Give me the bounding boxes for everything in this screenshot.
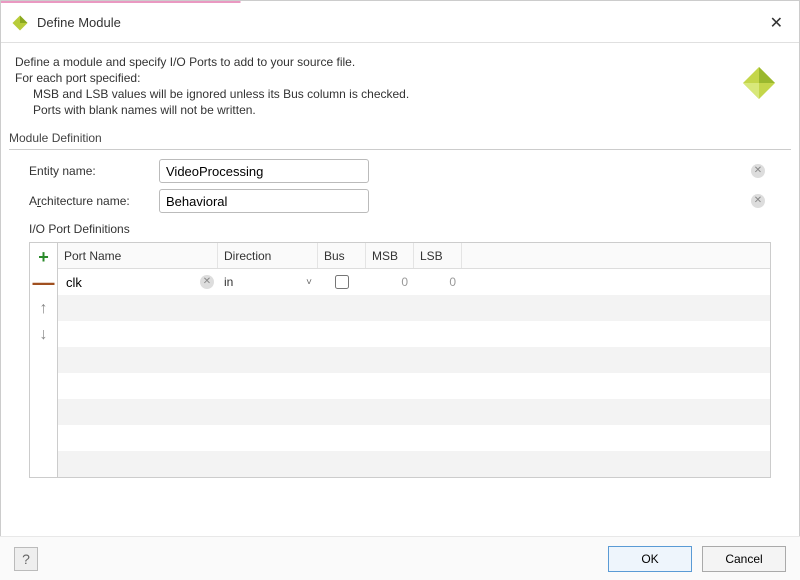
help-button[interactable]: ?: [14, 547, 38, 571]
move-down-button[interactable]: ↓: [34, 325, 54, 345]
bus-cell[interactable]: [318, 269, 366, 295]
table-row-empty: [58, 373, 770, 399]
col-header-msb[interactable]: MSB: [366, 243, 414, 268]
move-up-button[interactable]: ↑: [34, 299, 54, 319]
vendor-logo-icon: [739, 63, 779, 106]
table-row-empty: [58, 295, 770, 321]
port-name-cell[interactable]: ✕: [58, 269, 218, 295]
title-bar: Define Module ✕: [1, 3, 799, 43]
cancel-button[interactable]: Cancel: [702, 546, 786, 572]
direction-cell[interactable]: in ˅: [218, 269, 318, 295]
col-header-lsb[interactable]: LSB: [414, 243, 462, 268]
col-header-spacer: [462, 243, 770, 268]
ports-toolbar: + — ↑ ↓: [30, 243, 58, 477]
ports-table: Port Name Direction Bus MSB LSB ✕ in ˅: [58, 243, 770, 477]
close-icon[interactable]: ✕: [764, 13, 789, 33]
clear-icon[interactable]: ✕: [200, 275, 214, 289]
ports-table-area: + — ↑ ↓ Port Name Direction Bus MSB LSB …: [29, 242, 771, 478]
direction-value: in: [224, 275, 233, 289]
add-port-button[interactable]: +: [34, 247, 54, 267]
col-header-direction[interactable]: Direction: [218, 243, 318, 268]
window-top-border: [1, 1, 799, 3]
remove-port-button[interactable]: —: [34, 273, 54, 293]
window-title: Define Module: [37, 15, 764, 30]
section-title-io-ports: I/O Port Definitions: [1, 216, 799, 238]
table-row-empty: [58, 399, 770, 425]
label-architecture-name: Architecture name:: [29, 194, 159, 208]
table-row-empty: [58, 347, 770, 373]
table-row-empty: [58, 321, 770, 347]
row-entity-name: Entity name: ✕: [1, 156, 799, 186]
desc-line-1: Define a module and specify I/O Ports to…: [15, 55, 785, 69]
clear-icon[interactable]: ✕: [751, 164, 765, 178]
table-body: ✕ in ˅ 0 0: [58, 269, 770, 477]
entity-name-input[interactable]: [159, 159, 369, 183]
bus-checkbox[interactable]: [335, 275, 349, 289]
desc-line-2: For each port specified:: [15, 71, 785, 85]
desc-line-4: Ports with blank names will not be writt…: [15, 103, 785, 117]
table-header-row: Port Name Direction Bus MSB LSB: [58, 243, 770, 269]
table-row[interactable]: ✕ in ˅ 0 0: [58, 269, 770, 295]
label-entity-name: Entity name:: [29, 164, 159, 178]
desc-line-3: MSB and LSB values will be ignored unles…: [15, 87, 785, 101]
dialog-footer: ? OK Cancel: [0, 536, 800, 580]
msb-cell[interactable]: 0: [366, 269, 414, 295]
col-header-port-name[interactable]: Port Name: [58, 243, 218, 268]
architecture-name-input[interactable]: [159, 189, 369, 213]
section-divider: [9, 149, 791, 150]
description-area: Define a module and specify I/O Ports to…: [1, 43, 799, 123]
app-logo-icon: [11, 14, 29, 32]
lsb-cell[interactable]: 0: [414, 269, 462, 295]
table-row-empty: [58, 451, 770, 477]
ok-button[interactable]: OK: [608, 546, 692, 572]
table-row-empty: [58, 425, 770, 451]
row-architecture-name: Architecture name: ✕: [1, 186, 799, 216]
chevron-down-icon[interactable]: ˅: [306, 277, 312, 288]
row-spacer: [462, 269, 770, 295]
col-header-bus[interactable]: Bus: [318, 243, 366, 268]
clear-icon[interactable]: ✕: [751, 194, 765, 208]
section-title-module-definition: Module Definition: [1, 123, 799, 149]
